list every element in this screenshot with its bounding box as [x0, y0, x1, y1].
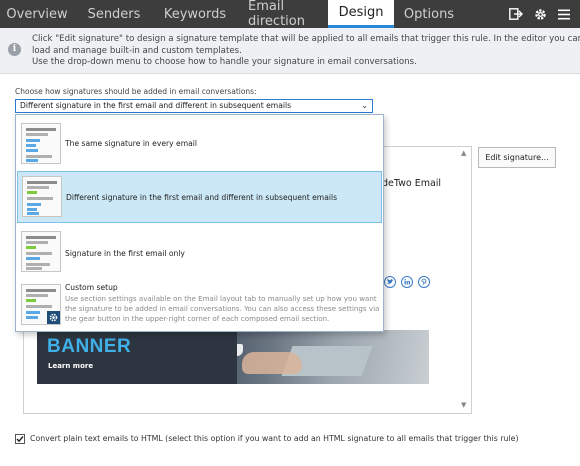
option-thumbnail: [21, 231, 61, 272]
edit-signature-button[interactable]: Edit signature...: [478, 147, 556, 168]
option-label: The same signature in every email: [65, 139, 197, 148]
linkedin-icon: [401, 276, 413, 288]
tab-design[interactable]: Design: [328, 0, 394, 28]
option-label: Signature in the first email only: [65, 249, 185, 258]
option-custom-setup[interactable]: Custom setup Use section settings availa…: [17, 281, 382, 331]
option-thumbnail: [22, 176, 62, 217]
option-thumbnail: [21, 123, 61, 164]
tab-senders[interactable]: Senders: [74, 0, 154, 28]
chevron-down-icon: ⌄: [361, 101, 368, 110]
info-text: Click "Edit signature" to design a signa…: [32, 34, 580, 69]
option-first-email-only[interactable]: Signature in the first email only: [17, 226, 382, 280]
tab-bar: Overview Senders Keywords Email directio…: [0, 0, 580, 29]
info-line-2: load and manage built-in and custom temp…: [32, 45, 242, 56]
banner-hand: [242, 352, 302, 374]
tab-keywords[interactable]: Keywords: [154, 0, 236, 28]
preview-scrollbar[interactable]: ▲ ▼: [459, 149, 470, 411]
info-banner: i Click "Edit signature" to design a sig…: [0, 28, 580, 74]
twitter-icon: [384, 276, 396, 288]
signature-mode-select[interactable]: Different signature in the first email a…: [15, 99, 373, 113]
signature-mode-label: Choose how signatures should be added in…: [15, 87, 257, 96]
gear-icon: [47, 311, 60, 324]
option-description-line-2: the signature to be added in email conve…: [65, 304, 380, 313]
info-icon: i: [8, 43, 21, 56]
signature-mode-selected-value: Different signature in the first email a…: [20, 101, 292, 110]
option-description-line-3: the gear button in the upper-right corne…: [65, 314, 330, 323]
pinterest-icon: [418, 276, 430, 288]
option-label: Different signature in the first email a…: [66, 193, 338, 202]
info-line-3: Use the drop-down menu to choose how to …: [32, 57, 417, 67]
option-same-signature[interactable]: The same signature in every email: [17, 118, 382, 169]
info-line-1: Click "Edit signature" to design a signa…: [32, 34, 580, 44]
scroll-up-icon[interactable]: ▲: [461, 149, 466, 157]
option-label: Custom setup: [65, 283, 118, 292]
banner-title: BANNER: [47, 336, 132, 357]
option-thumbnail: [21, 284, 61, 325]
signature-mode-dropdown: The same signature in every email Differ…: [15, 114, 384, 332]
option-different-signature[interactable]: Different signature in the first email a…: [17, 171, 382, 223]
signature-banner-image: BANNER Learn more: [37, 330, 429, 384]
menu-icon[interactable]: [556, 6, 572, 22]
gear-icon[interactable]: [532, 6, 548, 22]
banner-learn-more: Learn more: [48, 362, 94, 370]
tab-options[interactable]: Options: [394, 0, 464, 28]
option-description-line-1: Use section settings available on the Em…: [65, 294, 377, 303]
preview-partial-text: deTwo Email: [382, 178, 442, 189]
convert-html-checkbox[interactable]: [15, 434, 25, 444]
exit-icon[interactable]: [508, 6, 524, 22]
tab-overview[interactable]: Overview: [0, 0, 74, 28]
scroll-down-icon[interactable]: ▼: [461, 401, 466, 409]
tab-email-direction[interactable]: Email direction: [236, 0, 328, 29]
toolbar-icons: [508, 0, 580, 28]
convert-html-label: Convert plain text emails to HTML (selec…: [30, 434, 519, 443]
